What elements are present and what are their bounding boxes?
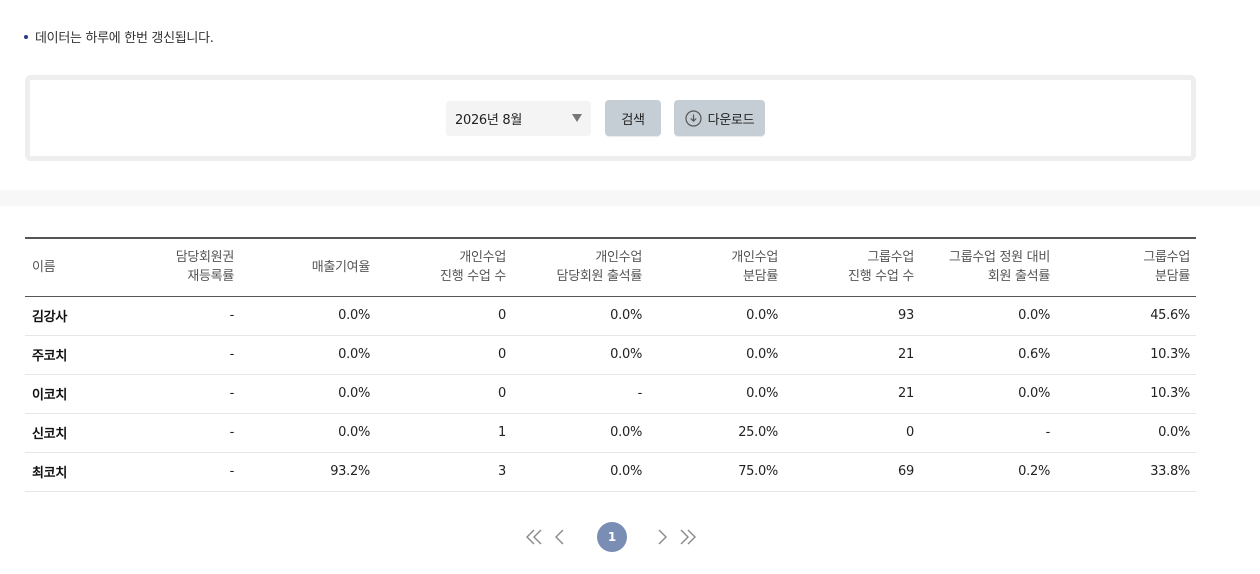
table-cell: 0.0% <box>512 413 648 453</box>
column-header: 그룹수업분담률 <box>1056 238 1196 296</box>
table-cell: 0.0% <box>1056 413 1196 453</box>
table-cell: 0.0% <box>648 296 784 336</box>
table-cell: 75.0% <box>648 452 784 492</box>
column-header: 이름 <box>25 238 100 296</box>
table-row: 신코치 -0.0% 1 0.0% 25.0% 0-0.0% <box>25 413 1196 453</box>
month-select[interactable]: 2026년 8월 <box>446 101 591 136</box>
bullet-icon <box>24 34 28 39</box>
table-cell: - <box>512 374 648 414</box>
search-button-label: 검색 <box>621 112 645 128</box>
column-header: 담당회원권재등록률 <box>100 238 240 296</box>
table-cell: 0.0% <box>240 413 376 453</box>
column-header-line: 개인수업 <box>459 250 506 266</box>
column-header-line: 진행 수업 수 <box>848 269 914 285</box>
table-row: 주코치 -0.0% 0 0.0% 0.0% 21 0.6% 10.3% <box>25 335 1196 375</box>
table-cell: 0.0% <box>240 296 376 336</box>
column-header-line: 진행 수업 수 <box>440 269 506 285</box>
table-cell: - <box>100 335 240 375</box>
table-cell: 0.0% <box>648 335 784 375</box>
first-page-icon[interactable] <box>523 521 547 552</box>
table-cell: 93.2% <box>240 452 376 492</box>
column-header-line: 재등록률 <box>187 269 234 285</box>
instructor-name: 신코치 <box>25 413 100 453</box>
column-header-line: 회원 출석률 <box>987 269 1050 285</box>
table-cell: 10.3% <box>1056 374 1196 414</box>
column-header-line: 담당회원권 <box>175 250 235 266</box>
table-row: 이코치 -0.0% 0-0.0% 21 0.0% 10.3% <box>25 374 1196 414</box>
caret-down-icon <box>572 114 582 122</box>
table-cell: 21 <box>784 335 920 375</box>
table-cell: 10.3% <box>1056 335 1196 375</box>
download-icon <box>685 109 702 127</box>
column-header-line: 그룹수업 <box>1143 250 1190 266</box>
table-cell: 3 <box>376 452 512 492</box>
table-cell: 0.0% <box>648 374 784 414</box>
table-cell: - <box>100 452 240 492</box>
table-cell: 25.0% <box>648 413 784 453</box>
table-header-row: 이름 담당회원권 재등록률 매출기여율 개인수업 진행 수업 수 개인수업 담당회원 출석률 개… <box>25 238 1196 296</box>
column-header-line: 분담률 <box>1155 269 1190 285</box>
table-row: 최코치 -93.2% 3 0.0% 75.0% 69 0.2% 33.8% <box>25 452 1196 492</box>
table-cell: 93 <box>784 296 920 336</box>
table-cell: 0 <box>784 413 920 453</box>
section-divider <box>0 190 1260 206</box>
table-cell: 45.6% <box>1056 296 1196 336</box>
table-cell: 0.0% <box>512 296 648 336</box>
prev-page-icon[interactable] <box>547 521 571 552</box>
column-header-line: 개인수업 <box>595 250 642 266</box>
instructor-name: 최코치 <box>25 452 100 492</box>
column-header: 개인수업진행 수업 수 <box>376 238 512 296</box>
table-cell: - <box>100 374 240 414</box>
column-header-line: 개인수업 <box>731 250 778 266</box>
table-cell: - <box>920 413 1056 453</box>
table-cell: 0 <box>376 374 512 414</box>
pagination: 1 <box>523 521 699 552</box>
table-cell: - <box>100 413 240 453</box>
table-cell: 0.0% <box>240 335 376 375</box>
table-cell: 21 <box>784 374 920 414</box>
table-cell: 0.6% <box>920 335 1056 375</box>
column-header-line: 이름 <box>32 259 56 275</box>
table-cell: 0.0% <box>920 296 1056 336</box>
table-cell: 69 <box>784 452 920 492</box>
column-header: 매출기여율 <box>240 238 376 296</box>
column-header: 개인수업분담률 <box>648 238 784 296</box>
table-row: 김강사 -0.0% 0 0.0% 0.0% 93 0.0% 45.6% <box>25 296 1196 336</box>
download-button[interactable]: 다운로드 <box>674 100 765 136</box>
table-cell: 33.8% <box>1056 452 1196 492</box>
table-cell: 0.0% <box>512 335 648 375</box>
column-header-line: 분담률 <box>743 269 778 285</box>
column-header: 그룹수업진행 수업 수 <box>784 238 920 296</box>
table-cell: 1 <box>376 413 512 453</box>
column-header-line: 담당회원 출석률 <box>556 269 643 285</box>
column-header-line: 그룹수업 <box>867 250 914 266</box>
notice: 데이터는 하루에 한번 갱신됩니다. <box>24 27 214 46</box>
next-page-icon[interactable] <box>651 521 675 552</box>
instructor-name: 주코치 <box>25 335 100 375</box>
table-cell: 0.0% <box>240 374 376 414</box>
month-select-value: 2026년 8월 <box>455 113 523 128</box>
instructor-stats-table: 이름 담당회원권 재등록률 매출기여율 개인수업 진행 수업 수 개인수업 담당회원 출석률 개… <box>25 237 1196 492</box>
column-header-line: 매출기여율 <box>311 259 371 275</box>
table-cell: 0 <box>376 296 512 336</box>
column-header: 그룹수업 정원 대비회원 출석률 <box>920 238 1056 296</box>
download-button-label: 다운로드 <box>707 112 755 128</box>
table-cell: - <box>100 296 240 336</box>
page-button-current[interactable]: 1 <box>597 521 627 552</box>
table-cell: 0.2% <box>920 452 1056 492</box>
search-button[interactable]: 검색 <box>605 100 661 136</box>
instructor-name: 이코치 <box>25 374 100 414</box>
column-header-line: 그룹수업 정원 대비 <box>949 250 1050 266</box>
instructor-name: 김강사 <box>25 296 100 336</box>
table-cell: 0.0% <box>920 374 1056 414</box>
notice-text: 데이터는 하루에 한번 갱신됩니다. <box>35 31 214 46</box>
column-header: 개인수업담당회원 출석률 <box>512 238 648 296</box>
table-cell: 0 <box>376 335 512 375</box>
last-page-icon[interactable] <box>675 521 699 552</box>
table-cell: 0.0% <box>512 452 648 492</box>
